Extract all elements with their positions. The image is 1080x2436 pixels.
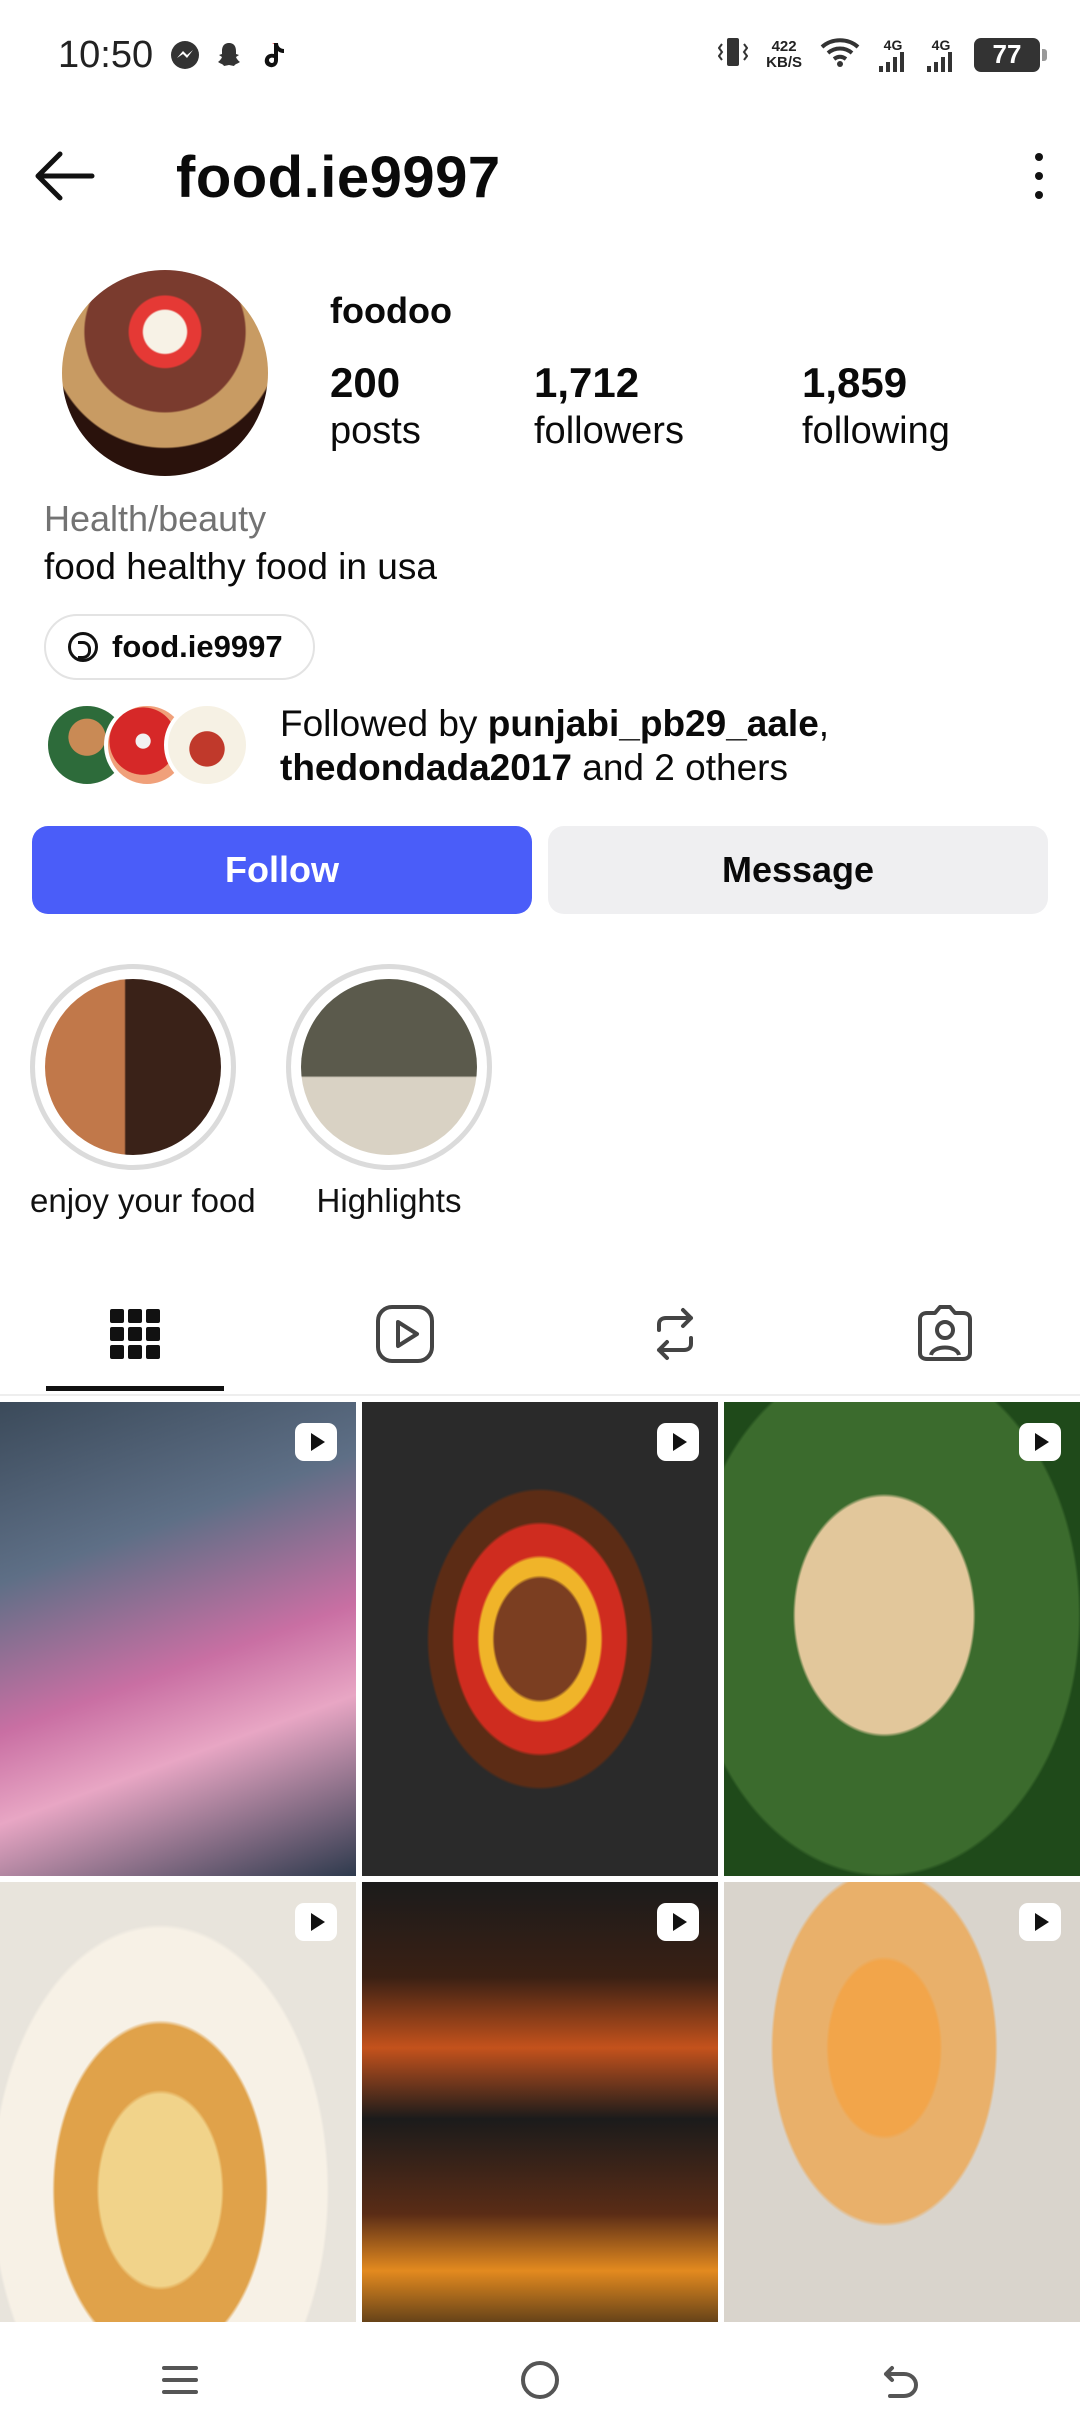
more-vertical-icon [1035, 153, 1043, 161]
more-dot [1035, 191, 1043, 199]
threads-handle: food.ie9997 [112, 629, 283, 664]
menu-icon [162, 2366, 198, 2394]
status-notification-icons [168, 38, 290, 72]
highlight-ring [286, 964, 492, 1170]
highlight-ring [30, 964, 236, 1170]
threads-icon [68, 632, 98, 662]
highlight-item[interactable]: enjoy your food [30, 964, 256, 1220]
post-thumbnail[interactable] [362, 1882, 718, 2322]
sim2-label: 4G [931, 36, 951, 53]
arrow-left-icon [35, 151, 95, 201]
reels-icon [376, 1305, 434, 1363]
reel-badge-icon [657, 1903, 699, 1941]
tab-reels[interactable] [270, 1270, 540, 1398]
mutual-followers-avatars[interactable] [44, 702, 260, 788]
highlight-cover [45, 979, 221, 1155]
stat-followers-value: 1,712 [534, 359, 640, 406]
system-navigation-bar [0, 2324, 1080, 2436]
network-speed-value: 422 [771, 37, 797, 55]
profile-category: Health/beauty [44, 498, 267, 539]
reel-badge-icon [1019, 1903, 1061, 1941]
grid-icon [110, 1309, 160, 1359]
profile-avatar[interactable] [62, 270, 268, 476]
tab-posts-grid[interactable] [0, 1270, 270, 1398]
tiktok-icon [256, 38, 290, 72]
back-return-icon [884, 2366, 918, 2398]
profile-header: food.ie9997 [0, 130, 1080, 220]
profile-tabs [0, 1270, 1080, 1398]
followed-by-prefix: Followed by [280, 703, 488, 744]
header-username: food.ie9997 [176, 145, 501, 210]
battery-indicator: 77 [974, 37, 1047, 72]
stat-following[interactable]: 1,859 following [802, 360, 950, 456]
repost-icon [657, 1308, 693, 1360]
followed-by-suffix: and 2 others [571, 747, 788, 788]
posts-grid [0, 1402, 1080, 2322]
reel-badge-icon [295, 1903, 337, 1941]
home-button[interactable] [495, 2335, 585, 2425]
reel-badge-icon [295, 1423, 337, 1461]
tab-tagged[interactable] [810, 1270, 1080, 1398]
stat-posts[interactable]: 200 posts [330, 360, 421, 456]
system-back-button[interactable] [855, 2335, 945, 2425]
active-tab-indicator [46, 1386, 224, 1391]
display-name: foodoo [330, 290, 452, 331]
highlight-label: Highlights [316, 1182, 462, 1219]
profile-bio: food healthy food in usa [44, 546, 437, 587]
follow-button[interactable]: Follow [32, 826, 532, 914]
stat-posts-value: 200 [330, 359, 401, 406]
mutual-avatar [164, 702, 250, 788]
signal-bars-icon [927, 51, 952, 72]
status-bar: 10:50 422 KB/S 4G 4G 77 [0, 0, 1080, 112]
home-circle-icon [521, 2361, 559, 2399]
tab-divider [0, 1394, 1080, 1396]
more-dot [1035, 172, 1043, 180]
sim2-signal: 4G [926, 38, 956, 72]
snapchat-icon [212, 38, 246, 72]
vibrate-icon [717, 34, 749, 75]
threads-link[interactable]: food.ie9997 [44, 614, 315, 680]
recent-apps-button[interactable] [135, 2335, 225, 2425]
status-system-icons: 422 KB/S 4G 4G 77 [717, 34, 1047, 75]
post-thumbnail[interactable] [724, 1882, 1080, 2322]
followed-by-user[interactable]: punjabi_pb29_aale [488, 703, 819, 744]
network-speed-unit: KB/S [766, 53, 802, 71]
messenger-icon [168, 38, 202, 72]
reel-badge-icon [1019, 1423, 1061, 1461]
highlight-cover [301, 979, 477, 1155]
more-options-button[interactable] [1024, 144, 1054, 208]
stat-following-value: 1,859 [802, 359, 908, 406]
tagged-icon [918, 1305, 972, 1361]
wifi-icon [820, 36, 860, 73]
tab-reposts[interactable] [540, 1270, 810, 1398]
status-time: 10:50 [58, 34, 154, 76]
signal-bars-icon [879, 51, 904, 72]
highlight-label: enjoy your food [30, 1182, 256, 1219]
sim1-label: 4G [883, 36, 903, 53]
post-thumbnail[interactable] [0, 1402, 356, 1876]
network-speed: 422 KB/S [766, 37, 802, 71]
stat-following-label: following [802, 410, 950, 452]
message-button[interactable]: Message [548, 826, 1048, 914]
followed-by-separator: , [818, 703, 830, 744]
followed-by-text[interactable]: Followed by punjabi_pb29_aale, thedondad… [280, 702, 1040, 790]
stat-posts-label: posts [330, 410, 421, 452]
post-thumbnail[interactable] [724, 1402, 1080, 1876]
followed-by-user[interactable]: thedondada2017 [280, 747, 572, 788]
back-button[interactable] [32, 144, 96, 208]
post-thumbnail[interactable] [362, 1402, 718, 1876]
highlight-item[interactable]: Highlights [286, 964, 492, 1220]
post-thumbnail[interactable] [0, 1882, 356, 2322]
stat-followers-label: followers [534, 410, 684, 452]
reel-badge-icon [657, 1423, 699, 1461]
sim1-signal: 4G [878, 38, 908, 72]
stat-followers[interactable]: 1,712 followers [534, 360, 684, 456]
